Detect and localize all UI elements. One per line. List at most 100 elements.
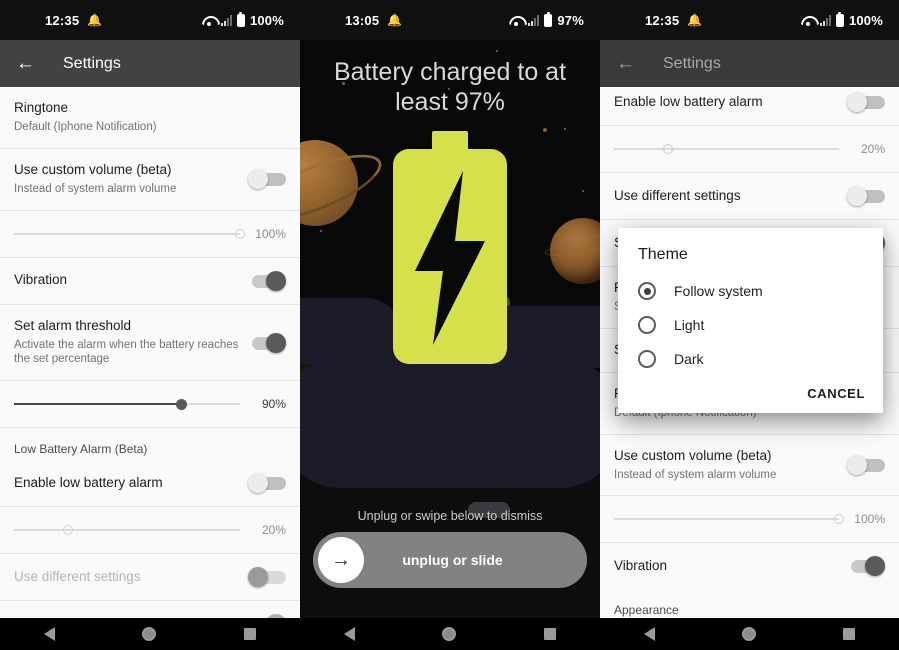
status-bar: 13:05 🔔 97% [300, 0, 600, 40]
nav-recents-icon[interactable] [544, 628, 557, 640]
status-right: 100% [202, 11, 290, 28]
toggle-low-battery-alarm[interactable] [847, 92, 885, 112]
toggle-custom-volume[interactable] [847, 455, 885, 476]
signal-icon [220, 14, 232, 26]
radio-icon-light[interactable] [638, 316, 656, 334]
back-arrow-icon[interactable]: ← [616, 54, 635, 73]
radio-option-follow-system[interactable]: Follow system [618, 274, 883, 308]
list-item-ringtone[interactable]: Ringtone Default (Iphone Notification) [0, 87, 300, 149]
slider-track[interactable] [14, 227, 245, 241]
row-texts: Enable low battery alarm [614, 94, 763, 111]
list-item-enable-low-battery[interactable]: Enable low battery alarm [0, 460, 300, 508]
dialog-actions: CANCEL [618, 376, 883, 405]
slide-to-dismiss-bar[interactable]: → unplug or slide [313, 532, 587, 588]
radio-icon-follow-system[interactable] [638, 282, 656, 300]
toggle-vibration[interactable] [248, 270, 286, 291]
nav-back-icon[interactable] [643, 627, 655, 641]
list-item-custom-volume[interactable]: Use custom volume (beta) Instead of syst… [600, 435, 899, 497]
radio-label: Follow system [674, 283, 763, 299]
battery-percent: 100% [848, 12, 883, 28]
toggle-alarm-threshold[interactable] [248, 332, 286, 353]
slider-threshold[interactable]: 90% [0, 381, 300, 429]
wifi-icon [801, 15, 815, 26]
row-subtitle: Activate the alarm when the battery reac… [14, 338, 239, 366]
nav-home-icon[interactable] [142, 627, 157, 641]
status-left: 12:35 🔔 [10, 13, 102, 28]
radio-option-light[interactable]: Light [618, 308, 883, 342]
wifi-icon [202, 15, 216, 26]
slider-low-battery[interactable]: 20% [0, 507, 300, 555]
bell-icon: 🔔 [387, 13, 403, 27]
cancel-button[interactable]: CANCEL [807, 386, 865, 401]
settings-list: Ringtone Default (Iphone Notification) U… [0, 87, 300, 650]
slider-track[interactable] [14, 397, 240, 411]
nav-back-icon[interactable] [43, 627, 55, 641]
slider-value: 90% [261, 397, 286, 412]
row-subtitle: Instead of system alarm volume [614, 468, 777, 481]
row-title: Enable low battery alarm [614, 93, 763, 109]
row-title: Use custom volume (beta) [614, 447, 772, 463]
list-item-vibration[interactable]: Vibration [600, 543, 899, 589]
status-time: 12:35 [645, 12, 680, 28]
row-subtitle: Instead of system alarm volume [14, 182, 177, 195]
arrow-right-icon[interactable]: → [318, 537, 364, 583]
slider-low-battery[interactable]: 20% [600, 126, 899, 173]
dark-cloud-bank [300, 358, 600, 488]
nav-home-icon[interactable] [741, 627, 756, 641]
list-item-custom-volume[interactable]: Use custom volume (beta) Instead of syst… [0, 149, 300, 211]
nav-recents-icon[interactable] [843, 628, 856, 640]
bell-icon: 🔔 [87, 13, 103, 27]
navigation-bar [600, 618, 899, 650]
wifi-icon [509, 15, 523, 26]
row-texts: Use custom volume (beta) Instead of syst… [14, 162, 176, 197]
radio-option-dark[interactable]: Dark [618, 342, 883, 376]
row-title: Ringtone [14, 100, 69, 115]
battery-icon [544, 11, 553, 27]
slider-volume[interactable]: 100% [0, 211, 300, 258]
row-title: Vibration [14, 272, 68, 288]
row-subtitle: Default (Iphone Notification) [14, 120, 157, 133]
row-title: Vibration [614, 558, 668, 573]
row-title: Use different settings [614, 187, 741, 203]
section-appearance: Appearance [614, 603, 679, 618]
toggle-custom-volume[interactable] [248, 169, 286, 190]
page-title: Settings [663, 54, 721, 72]
back-arrow-icon[interactable]: ← [16, 54, 35, 73]
slider-volume[interactable]: 100% [600, 496, 899, 544]
slider-track[interactable] [614, 512, 844, 526]
row-title: Set alarm threshold [14, 317, 132, 333]
slider-track[interactable] [14, 523, 240, 537]
section-low-battery-alarm: Low Battery Alarm (Beta) [14, 442, 148, 457]
status-bar: 12:35 🔔 100% [0, 0, 300, 40]
bell-icon: 🔔 [687, 13, 703, 27]
list-item-use-different-settings[interactable]: Use different settings [0, 554, 300, 602]
slider-value: 100% [854, 512, 885, 527]
toolbar: ← Settings [0, 40, 300, 87]
toggle-use-different-settings[interactable] [847, 186, 885, 206]
toggle-vibration[interactable] [847, 556, 885, 577]
nav-recents-icon[interactable] [244, 628, 257, 640]
navigation-bar [300, 618, 600, 650]
screenshot-stage: 12:35 🔔 100% ← Settings Ringtone Default… [0, 0, 899, 650]
row-texts: Ringtone Default (Iphone Notification) [14, 100, 157, 135]
status-bar: 12:35 🔔 100% [600, 0, 899, 40]
list-item-alarm-threshold[interactable]: Set alarm threshold Activate the alarm w… [0, 305, 300, 382]
radio-label: Light [674, 317, 705, 333]
status-left: 12:35 🔔 [610, 13, 702, 28]
nav-back-icon[interactable] [343, 627, 355, 641]
toggle-low-battery-alarm[interactable] [248, 473, 286, 494]
row-title: Use different settings [14, 568, 141, 584]
row-texts: Use different settings [614, 188, 741, 205]
panel-settings-main: 12:35 🔔 100% ← Settings Ringtone Default… [0, 0, 300, 650]
list-item-use-different-settings[interactable]: Use different settings [600, 173, 899, 220]
toggle-use-different-settings[interactable] [248, 567, 286, 588]
list-item-vibration[interactable]: Vibration [0, 258, 300, 305]
battery-icon [236, 11, 245, 27]
dialog-title: Theme [638, 246, 688, 263]
slider-track[interactable] [614, 142, 839, 156]
signal-icon [528, 14, 540, 26]
radio-icon-dark[interactable] [638, 350, 656, 368]
row-texts: Vibration [14, 272, 67, 289]
slide-label: unplug or slide [402, 552, 503, 568]
nav-home-icon[interactable] [442, 627, 457, 641]
